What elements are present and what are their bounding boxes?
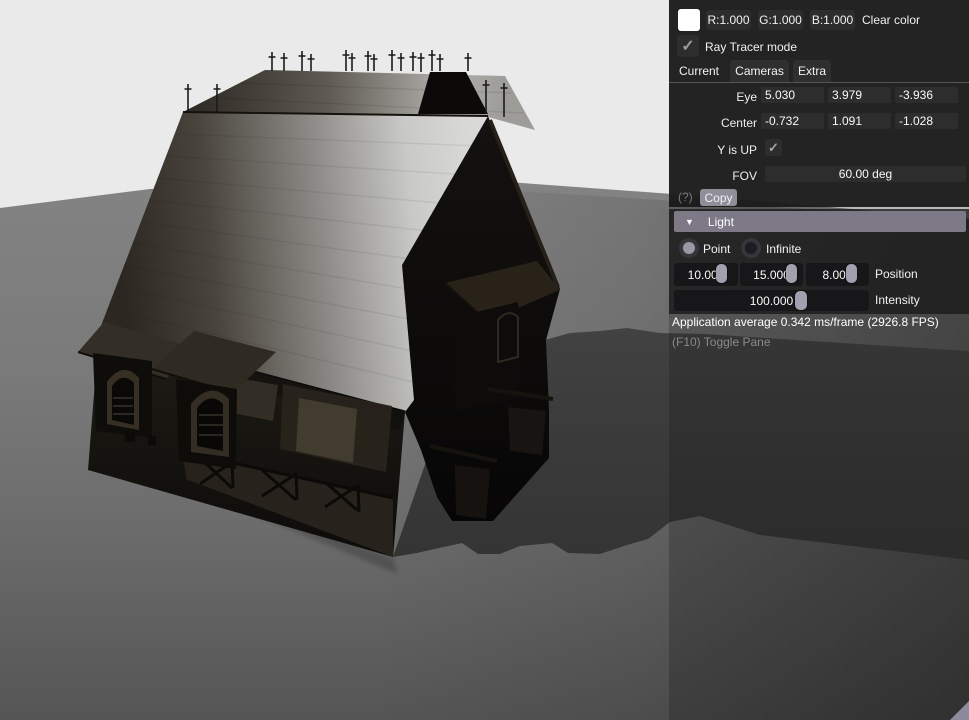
position-label: Position (875, 267, 918, 281)
center-label: Center (720, 116, 757, 130)
tab-cameras[interactable]: Cameras (730, 60, 789, 82)
center-x-field[interactable]: -0.732 (761, 113, 824, 129)
y-up-label: Y is UP (717, 143, 757, 157)
performance-stats: Application average 0.342 ms/frame (2926… (672, 315, 939, 329)
position-x-slider-handle[interactable] (716, 264, 727, 283)
sign2 (455, 465, 490, 519)
intensity-slider[interactable]: 100.000 (674, 290, 869, 311)
fov-field[interactable]: 60.00 deg (765, 166, 966, 182)
tweakbar-panel: R:1.000 G:1.000 B:1.000 Clear color ✓ Ra… (669, 0, 969, 720)
toggle-pane-hint: (F10) Toggle Pane (672, 335, 771, 349)
eye-label: Eye (736, 90, 757, 104)
dormer1-foot (125, 432, 135, 442)
dormer1-foot2 (148, 436, 156, 445)
intensity-slider-handle[interactable] (795, 291, 807, 310)
infinite-label: Infinite (766, 242, 802, 256)
center-z-field[interactable]: -1.028 (895, 113, 958, 129)
light-header-bar[interactable]: ▼ Light (674, 211, 966, 232)
position-y-slider-handle[interactable] (786, 264, 797, 283)
sign1 (508, 407, 546, 455)
raytracer-app-window: R:1.000 G:1.000 B:1.000 Clear color ✓ Ra… (0, 0, 969, 720)
eye-x-field[interactable]: 5.030 (761, 87, 824, 103)
light-header-label: Light (707, 214, 734, 229)
infinite-radio-dot (745, 242, 757, 254)
tab-extra[interactable]: Extra (793, 60, 831, 82)
help-icon[interactable]: (?) (678, 190, 693, 204)
tab-current[interactable]: Current (671, 60, 727, 82)
eye-y-field[interactable]: 3.979 (828, 87, 891, 103)
tab-separator (669, 82, 969, 83)
green-value-button[interactable]: G:1.000 (758, 10, 803, 30)
center-y-field[interactable]: 1.091 (828, 113, 891, 129)
collapse-triangle-icon[interactable]: ▼ (685, 217, 694, 227)
color-swatch[interactable] (678, 9, 700, 31)
y-up-checkbox[interactable]: ✓ (765, 139, 782, 156)
infinite-radio[interactable] (741, 238, 761, 258)
ray-tracer-checkbox[interactable]: ✓ (677, 35, 699, 57)
position-z-slider[interactable]: 8.000 (806, 263, 869, 286)
position-z-slider-handle[interactable] (846, 264, 857, 283)
resize-grip[interactable] (950, 701, 969, 720)
camera-pane: R:1.000 G:1.000 B:1.000 Clear color ✓ Ra… (669, 0, 969, 207)
ray-tracer-label: Ray Tracer mode (705, 40, 798, 54)
dormer1-window (112, 377, 134, 425)
position-x-slider[interactable]: 10.000 (674, 263, 738, 286)
eye-z-field[interactable]: -3.936 (895, 87, 958, 103)
intensity-label: Intensity (875, 293, 920, 307)
fov-label: FOV (732, 169, 757, 183)
point-radio[interactable] (679, 238, 699, 258)
blue-value-button[interactable]: B:1.000 (810, 10, 855, 30)
light-pane: ▼ Light Point Infinite 10.000 15.000 8.0… (669, 209, 969, 314)
point-label: Point (703, 242, 731, 256)
red-value-button[interactable]: R:1.000 (706, 10, 751, 30)
point-radio-dot (683, 242, 695, 254)
clear-color-label[interactable]: Clear color (862, 13, 920, 27)
copy-button[interactable]: Copy (700, 189, 737, 206)
